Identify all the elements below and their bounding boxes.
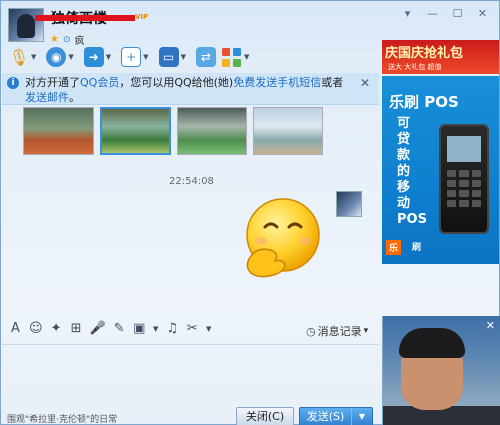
screenshot-icon[interactable]: ✂	[186, 321, 199, 336]
apps-grid-icon	[221, 47, 242, 67]
voice-message-icon[interactable]: 🎤	[90, 321, 106, 336]
video-icon: ◉	[46, 47, 67, 67]
video-preview[interactable]: ✕	[382, 316, 500, 425]
font-icon[interactable]: A	[9, 321, 22, 336]
video-person-hair	[399, 328, 465, 358]
close-button[interactable]: 关闭(C)	[236, 407, 294, 425]
close-icon[interactable]: ✕	[486, 319, 495, 332]
contact-signature: 疯	[74, 36, 85, 47]
name-redaction-bar	[35, 15, 135, 21]
shake-icon[interactable]: ✦	[50, 321, 63, 336]
window-controls: ▾ — ☐ ✕	[397, 8, 493, 21]
chevron-down-icon[interactable]: ▼	[106, 53, 111, 61]
chevron-down-icon: ▾	[363, 326, 369, 336]
create-discussion-button[interactable]: + ▼	[121, 46, 152, 68]
pos-terminal-image	[439, 124, 489, 234]
notice-text: 对方开通了QQ会员，您可以用QQ给他(她)免费发送手机短信或者发送邮件。	[25, 76, 344, 104]
send-email-link[interactable]: 发送邮件	[25, 91, 69, 104]
star-icon: ★	[50, 34, 59, 45]
ad-logo: 乐	[386, 240, 402, 255]
send-label: 发送(S)	[300, 408, 352, 425]
chevron-down-icon[interactable]: ▼	[68, 53, 73, 61]
promo-subtitle: 送大 大礼包 超值	[388, 63, 442, 71]
qq-vip-link[interactable]: QQ会员	[80, 76, 119, 89]
ad-tagline: 可贷款的移动POS	[397, 116, 427, 227]
remote-assist-button[interactable]: ⇄	[195, 46, 216, 68]
image-icon[interactable]: ▣	[133, 321, 146, 336]
close-icon[interactable]: ✕	[360, 76, 370, 90]
vip-badge: VIP	[135, 13, 149, 21]
ad-brand: 乐刷 POS	[389, 93, 459, 111]
send-sms-link[interactable]: 免费发送手机短信	[233, 76, 321, 89]
smiley-emoji[interactable]	[239, 197, 323, 279]
chevron-down-icon[interactable]: ▼	[153, 325, 159, 333]
add-chat-icon: +	[121, 47, 142, 67]
promo-banner-main[interactable]: 乐刷 POS 可贷款的移动POS 乐 刷	[382, 76, 499, 264]
ad-logo-text: 刷	[412, 243, 422, 253]
chevron-down-icon[interactable]: ▼	[31, 53, 36, 61]
photo-thumbnail[interactable]	[177, 107, 247, 155]
promo-banner-top[interactable]: 庆国庆抢礼包 送大 大礼包 超值	[382, 40, 499, 74]
info-icon: i	[7, 77, 19, 89]
clock-icon: ◷	[306, 324, 316, 338]
monitor-icon: ▭	[158, 47, 179, 67]
photo-thumbnail[interactable]	[100, 107, 171, 155]
chevron-down-icon[interactable]: ▼	[181, 53, 186, 61]
status-line: ★ ⊙ 疯	[50, 32, 85, 47]
message-timestamp: 22:54:08	[169, 176, 214, 187]
contact-avatar[interactable]	[8, 8, 44, 42]
history-label: 消息记录	[317, 325, 362, 338]
promo-title: 庆国庆抢礼包	[385, 46, 464, 61]
edit-icon[interactable]: ✎	[113, 321, 126, 336]
remote-icon: ⇄	[195, 47, 216, 67]
chat-window: 独倚西楼 VIP ★ ⊙ 疯 ▾ — ☐ ✕ 🎙▼ ◉▼ ➜▼ +▼ ▭▼ ⇄	[0, 0, 500, 425]
apps-button[interactable]: ▼	[221, 46, 253, 68]
input-toolbar: A ☺ ✦ ⊞ 🎤 ✎ ▣ ▼ ♫ ✂ ▼	[9, 321, 212, 336]
photo-thumbnail[interactable]	[253, 107, 323, 155]
message-history-button[interactable]: ◷ 消息记录 ▾	[306, 323, 368, 339]
video-call-button[interactable]: ◉ ▼	[46, 46, 77, 68]
divider	[2, 344, 379, 345]
footer-signature: 围观"希拉里·克伦顿"的日常	[7, 415, 118, 425]
vip-notice-bar: i 对方开通了QQ会员，您可以用QQ给他(她)免费发送手机短信或者发送邮件。 ✕	[2, 73, 379, 105]
self-avatar[interactable]	[336, 191, 362, 217]
folder-icon: ➜	[83, 47, 104, 67]
microphone-icon: 🎙	[8, 47, 30, 67]
screen-share-button[interactable]: ▭ ▼	[158, 46, 190, 68]
chevron-down-icon[interactable]: ▼	[143, 53, 148, 61]
send-options-arrow[interactable]: ▼	[352, 408, 372, 425]
minimize-button[interactable]: —	[422, 8, 443, 21]
voice-call-button[interactable]: 🎙 ▼	[9, 46, 40, 68]
maximize-button[interactable]: ☐	[447, 8, 468, 21]
chevron-down-icon[interactable]: ▼	[206, 325, 212, 333]
chat-toolbar: 🎙 ▼ ◉ ▼ ➜ ▼ + ▼ ▭ ▼ ⇄ ▼	[9, 46, 253, 68]
menu-button[interactable]: ▾	[397, 8, 418, 21]
close-window-button[interactable]: ✕	[472, 8, 493, 21]
camera-icon: ⊙	[62, 34, 71, 45]
photo-message	[23, 107, 323, 155]
gif-icon[interactable]: ⊞	[70, 321, 83, 336]
send-file-button[interactable]: ➜ ▼	[83, 46, 115, 68]
chevron-down-icon[interactable]: ▼	[244, 53, 249, 61]
music-icon[interactable]: ♫	[166, 321, 179, 336]
emoji-icon[interactable]: ☺	[29, 321, 43, 336]
photo-thumbnail[interactable]	[23, 107, 94, 155]
send-button[interactable]: 发送(S) ▼	[299, 407, 373, 425]
